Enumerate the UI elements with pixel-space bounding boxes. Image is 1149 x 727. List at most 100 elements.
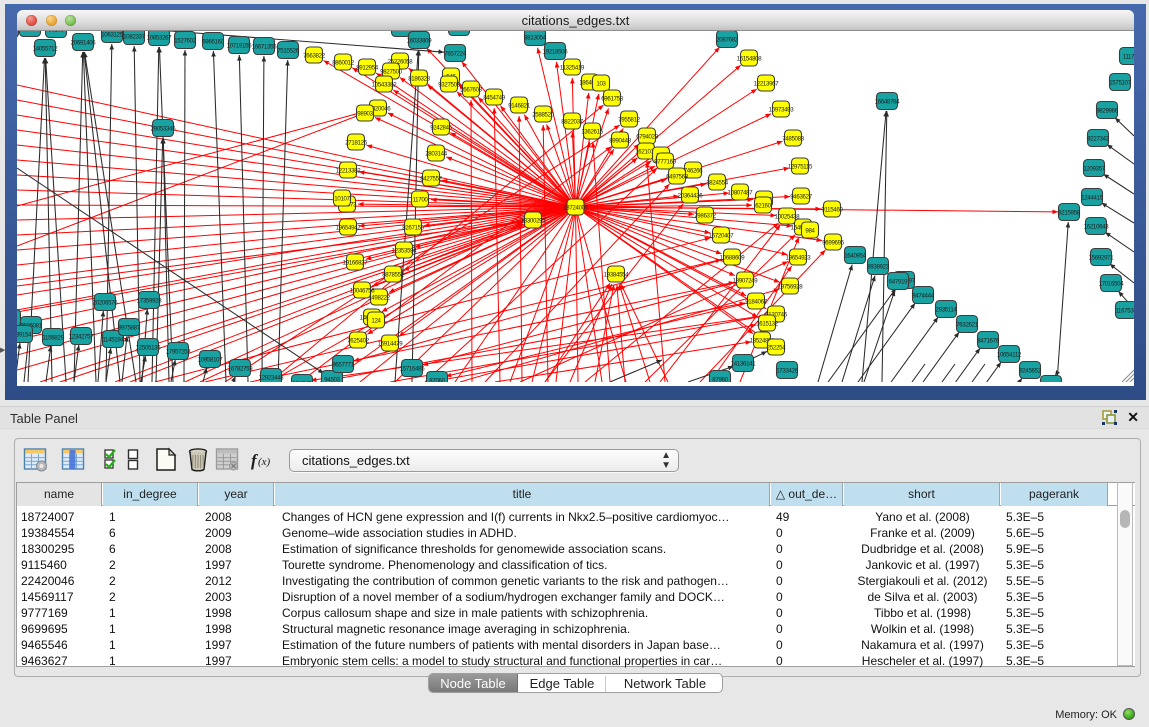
svg-text:8215958: 8215958 bbox=[1058, 210, 1081, 217]
svg-text:16646: 16646 bbox=[451, 31, 467, 32]
svg-text:2803144: 2803144 bbox=[425, 151, 448, 158]
svg-text:8938923: 8938923 bbox=[867, 264, 890, 271]
svg-text:1244415: 1244415 bbox=[1081, 195, 1104, 202]
svg-text:62160: 62160 bbox=[755, 203, 771, 210]
svg-text:19218506: 19218506 bbox=[543, 49, 569, 56]
svg-text:7485083: 7485083 bbox=[782, 136, 805, 143]
svg-text:19756928: 19756928 bbox=[778, 284, 804, 291]
svg-text:939154: 939154 bbox=[17, 332, 32, 339]
svg-text:9829966: 9829966 bbox=[1096, 108, 1119, 115]
svg-text:29053346: 29053346 bbox=[151, 126, 177, 133]
svg-text:16154808: 16154808 bbox=[737, 56, 763, 63]
svg-text:20364436: 20364436 bbox=[678, 193, 704, 200]
svg-text:11700: 11700 bbox=[413, 197, 429, 204]
svg-text:9115460: 9115460 bbox=[821, 207, 843, 214]
svg-text:15720407: 15720407 bbox=[709, 233, 735, 240]
svg-text:14055712: 14055712 bbox=[33, 46, 59, 53]
svg-text:16782759: 16782759 bbox=[228, 366, 254, 373]
svg-text:12505135: 12505135 bbox=[136, 345, 162, 352]
svg-text:19166827: 19166827 bbox=[343, 260, 369, 267]
svg-text:8267150: 8267150 bbox=[402, 225, 425, 232]
svg-text:2718126: 2718126 bbox=[345, 140, 368, 147]
svg-text:7625402: 7625402 bbox=[347, 338, 370, 345]
svg-text:6966160: 6966160 bbox=[202, 39, 225, 46]
svg-text:11325419: 11325419 bbox=[560, 65, 585, 72]
svg-text:11174: 11174 bbox=[1123, 54, 1134, 61]
svg-text:10973493: 10973493 bbox=[769, 107, 795, 114]
svg-text:18300295: 18300295 bbox=[521, 218, 547, 225]
svg-text:9227342: 9227342 bbox=[1087, 136, 1110, 143]
svg-text:1498222: 1498222 bbox=[368, 295, 391, 302]
svg-text:18907249: 18907249 bbox=[733, 278, 759, 285]
svg-text:647919: 647919 bbox=[889, 279, 908, 286]
svg-text:6794028: 6794028 bbox=[636, 134, 659, 141]
svg-text:15716485: 15716485 bbox=[400, 366, 426, 373]
svg-text:8471676: 8471676 bbox=[977, 338, 1000, 345]
svg-text:1167534: 1167534 bbox=[1115, 308, 1134, 315]
svg-text:10654112: 10654112 bbox=[997, 352, 1022, 359]
svg-text:20691406: 20691406 bbox=[71, 40, 97, 47]
svg-text:8990448: 8990448 bbox=[609, 138, 632, 145]
svg-text:2087682: 2087682 bbox=[716, 37, 739, 44]
svg-text:12353594: 12353594 bbox=[392, 248, 418, 255]
svg-text:1145194: 1145194 bbox=[102, 337, 124, 344]
svg-text:19654942: 19654942 bbox=[336, 225, 362, 232]
svg-text:7515526: 7515526 bbox=[277, 48, 300, 55]
svg-text:1527602: 1527602 bbox=[174, 38, 197, 45]
svg-text:87960: 87960 bbox=[712, 377, 728, 383]
svg-text:8813054: 8813054 bbox=[524, 35, 547, 42]
svg-text:1156829: 1156829 bbox=[42, 335, 64, 342]
svg-text:12975115: 12975115 bbox=[788, 164, 813, 171]
svg-text:9827500: 9827500 bbox=[380, 69, 403, 76]
svg-text:8186328: 8186328 bbox=[408, 76, 431, 83]
svg-text:14136141: 14136141 bbox=[731, 361, 757, 368]
svg-text:10107: 10107 bbox=[334, 196, 350, 203]
svg-text:16648784: 16648784 bbox=[875, 99, 901, 106]
svg-text:984: 984 bbox=[805, 228, 815, 235]
svg-text:12213967: 12213967 bbox=[754, 81, 780, 88]
svg-text:124945: 124945 bbox=[293, 381, 312, 383]
svg-text:87060: 87060 bbox=[429, 378, 445, 383]
svg-text:7663822: 7663822 bbox=[303, 53, 326, 60]
svg-text:7986372: 7986372 bbox=[694, 213, 717, 220]
svg-text:10688609: 10688609 bbox=[720, 255, 746, 262]
svg-text:9327508: 9327508 bbox=[438, 82, 461, 89]
svg-text:9242845: 9242845 bbox=[430, 125, 453, 132]
svg-text:16671355: 16671355 bbox=[252, 44, 278, 51]
svg-text:1209357: 1209357 bbox=[1083, 166, 1106, 173]
svg-text:3824554: 3824554 bbox=[706, 180, 729, 187]
svg-text:92450: 92450 bbox=[1043, 382, 1059, 383]
svg-text:12923448: 12923448 bbox=[259, 375, 285, 382]
svg-text:(x): (x) bbox=[258, 456, 271, 468]
svg-text:1733426: 1733426 bbox=[776, 368, 799, 375]
svg-text:8912954: 8912954 bbox=[356, 65, 379, 72]
svg-text:1615132: 1615132 bbox=[756, 321, 779, 328]
svg-text:10543382: 10543382 bbox=[372, 82, 398, 89]
svg-text:6961758: 6961758 bbox=[601, 96, 624, 103]
svg-text:10958107: 10958107 bbox=[198, 357, 224, 364]
svg-text:17016504: 17016504 bbox=[1099, 281, 1125, 288]
svg-text:9975887: 9975887 bbox=[118, 325, 141, 332]
svg-text:124: 124 bbox=[371, 318, 381, 325]
svg-text:17957253: 17957253 bbox=[166, 349, 192, 356]
svg-text:10853267: 10853267 bbox=[147, 35, 173, 42]
svg-text:6497568: 6497568 bbox=[666, 174, 689, 181]
svg-text:17359928: 17359928 bbox=[137, 298, 163, 305]
svg-text:1575107: 1575107 bbox=[1109, 80, 1132, 87]
svg-text:252254: 252254 bbox=[767, 345, 786, 352]
svg-text:16210643: 16210643 bbox=[1084, 224, 1110, 231]
svg-text:96105: 96105 bbox=[48, 31, 64, 34]
svg-text:94503: 94503 bbox=[324, 377, 340, 383]
svg-text:8860012: 8860012 bbox=[332, 60, 355, 67]
svg-text:9245652: 9245652 bbox=[1019, 368, 1042, 375]
svg-text:7955812: 7955812 bbox=[618, 117, 641, 124]
svg-text:7857224: 7857224 bbox=[444, 51, 467, 58]
svg-text:7632621: 7632621 bbox=[956, 322, 979, 329]
svg-text:103: 103 bbox=[596, 81, 606, 88]
svg-text:9463627: 9463627 bbox=[790, 194, 813, 201]
svg-text:2935114: 2935114 bbox=[935, 307, 957, 314]
svg-text:9657771: 9657771 bbox=[332, 362, 355, 369]
svg-text:8878552: 8878552 bbox=[382, 272, 405, 279]
svg-text:19654923: 19654923 bbox=[786, 255, 812, 262]
svg-text:10807487: 10807487 bbox=[728, 190, 754, 197]
